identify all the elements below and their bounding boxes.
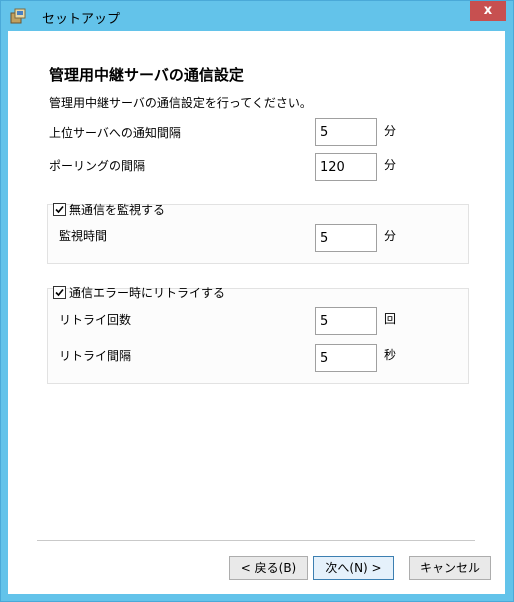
retry-count-unit: 回 [384,312,397,326]
retry-checkbox[interactable]: 通信エラー時にリトライする [53,284,225,301]
monitor-time-unit: 分 [384,229,397,243]
setup-app-icon [10,8,26,24]
polling-interval-unit: 分 [384,158,397,172]
polling-interval-label: ポーリングの間隔 [49,159,146,173]
monitor-time-label: 監視時間 [59,229,108,243]
footer-divider [37,540,475,541]
retry-interval-unit: 秒 [384,348,397,362]
monitor-time-input[interactable]: 5 [315,224,377,252]
next-button[interactable]: 次へ(N) > [313,556,394,580]
no-comm-monitor-checkbox[interactable]: 無通信を監視する [53,201,165,218]
retry-count-input[interactable]: 5 [315,307,377,335]
page-description: 管理用中継サーバの通信設定を行ってください。 [49,96,312,110]
back-button[interactable]: < 戻る(B) [229,556,308,580]
checkbox-checked-icon [53,203,66,216]
close-button[interactable]: x [470,1,506,21]
retry-interval-label: リトライ間隔 [59,349,132,363]
window-title: セットアップ [42,12,121,27]
page-heading: 管理用中継サーバの通信設定 [49,66,244,84]
close-icon: x [483,3,493,18]
notify-interval-unit: 分 [384,124,397,138]
title-bar: セットアップ x [1,1,513,31]
notify-interval-label: 上位サーバへの通知間隔 [49,126,181,140]
polling-interval-input[interactable]: 120 [315,153,377,181]
setup-window: セットアップ x 管理用中継サーバの通信設定 管理用中継サーバの通信設定を行って… [0,0,514,602]
retry-interval-input[interactable]: 5 [315,344,377,372]
retry-group [47,288,469,384]
notify-interval-input[interactable]: 5 [315,118,377,146]
retry-label: 通信エラー時にリトライする [69,286,226,300]
no-comm-monitor-label: 無通信を監視する [69,203,166,217]
wizard-content: 管理用中継サーバの通信設定 管理用中継サーバの通信設定を行ってください。 上位サ… [8,31,505,594]
cancel-button[interactable]: キャンセル [409,556,491,580]
retry-count-label: リトライ回数 [59,313,132,327]
checkbox-checked-icon [53,286,66,299]
